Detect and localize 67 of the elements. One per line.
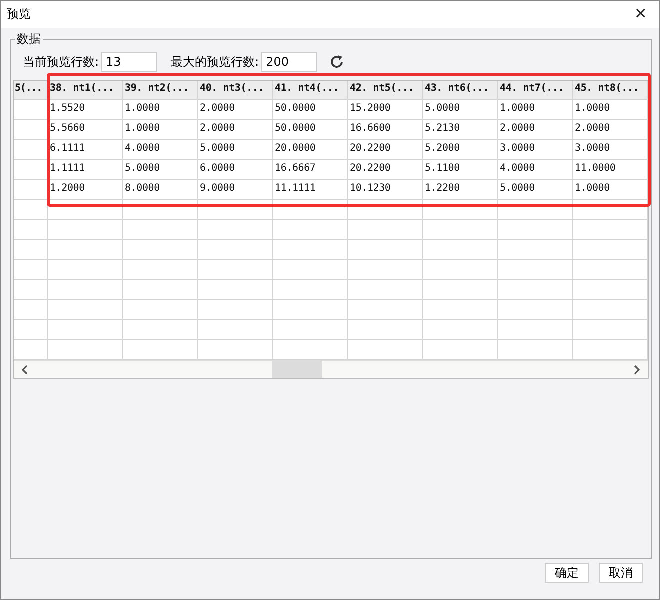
table-cell: 1.0000 xyxy=(498,100,573,120)
table-cell: 2.0000 xyxy=(198,100,273,120)
table-cell: 1.2000 xyxy=(48,180,123,200)
input-field[interactable]: 200 xyxy=(261,52,318,72)
table-cell: 1.5520 xyxy=(48,100,123,120)
table-cell: 1.1111 xyxy=(48,160,123,180)
empty-cell xyxy=(14,260,48,280)
table-cell: 2.0000 xyxy=(573,120,648,140)
table-cell: 8.0000 xyxy=(123,180,198,200)
column-header[interactable]: 41. nt4(... xyxy=(273,81,348,100)
table-cell: 5.0000 xyxy=(498,180,573,200)
table-cell: 1.0000 xyxy=(573,100,648,120)
table-cell: 11.1111 xyxy=(273,180,348,200)
table-cell: 5.2130 xyxy=(423,120,498,140)
column-header[interactable]: 45. nt8(... xyxy=(573,81,648,100)
table-cell: 1.0000 xyxy=(123,100,198,120)
column-header[interactable]: 40. nt3(... xyxy=(198,81,273,100)
table-cell: 20.2200 xyxy=(348,140,423,160)
refresh-icon[interactable] xyxy=(329,54,346,70)
field-label: 最大的预览行数: xyxy=(171,54,260,70)
table-cell: 16.6600 xyxy=(348,120,423,140)
table-cell: 1.2200 xyxy=(423,180,498,200)
table-cell: 4.0000 xyxy=(123,140,198,160)
empty-cell xyxy=(14,240,48,260)
horizontal-scrollbar[interactable] xyxy=(14,360,648,378)
dialog-button[interactable]: 确定 xyxy=(545,563,589,583)
table-cell: 9.0000 xyxy=(198,180,273,200)
column-header[interactable]: 42. nt5(... xyxy=(348,81,423,100)
table-cell: 6.0000 xyxy=(198,160,273,180)
field-label: 当前预览行数: xyxy=(23,54,100,70)
table-cell: 2.0000 xyxy=(498,120,573,140)
table-cell: 16.6667 xyxy=(273,160,348,180)
table-cell: 3.0000 xyxy=(573,140,648,160)
column-header[interactable]: 39. nt2(... xyxy=(123,81,198,100)
empty-cell xyxy=(14,320,48,340)
column-header[interactable]: 38. nt1(... xyxy=(48,81,123,100)
table-cell: 50.0000 xyxy=(273,100,348,120)
empty-cell xyxy=(14,220,48,240)
column-header[interactable]: 5(... xyxy=(14,81,48,100)
column-header[interactable]: 44. nt7(... xyxy=(498,81,573,100)
table-cell: 5.5660 xyxy=(48,120,123,140)
table-cell: 15.2000 xyxy=(348,100,423,120)
window-title: 预览 xyxy=(7,6,31,23)
table-cell: 11.0000 xyxy=(573,160,648,180)
group-title: 数据 xyxy=(16,31,42,48)
table-cell: 20.0000 xyxy=(273,140,348,160)
table-cell: 1.0000 xyxy=(123,120,198,140)
scrollbar-thumb[interactable] xyxy=(272,361,322,378)
table-cell: 4.0000 xyxy=(498,160,573,180)
close-button[interactable]: × xyxy=(623,1,659,28)
table-cell: 5.0000 xyxy=(123,160,198,180)
dialog-button[interactable]: 取消 xyxy=(599,563,643,583)
table-cell: 5.0000 xyxy=(423,100,498,120)
table-cell: 50.0000 xyxy=(273,120,348,140)
table-cell: 10.1230 xyxy=(348,180,423,200)
table-cell: 5.0000 xyxy=(198,140,273,160)
table-cell: 5.1100 xyxy=(423,160,498,180)
table-cell: 3.0000 xyxy=(498,140,573,160)
empty-cell xyxy=(14,300,48,320)
table-cell: 5.2000 xyxy=(423,140,498,160)
input-field[interactable]: 13 xyxy=(101,52,158,72)
table-cell: 6.1111 xyxy=(48,140,123,160)
empty-cell xyxy=(14,280,48,300)
column-header[interactable]: 43. nt6(... xyxy=(423,81,498,100)
table-cell: 2.0000 xyxy=(198,120,273,140)
table-cell: 1.0000 xyxy=(573,180,648,200)
table-cell: 20.2200 xyxy=(348,160,423,180)
